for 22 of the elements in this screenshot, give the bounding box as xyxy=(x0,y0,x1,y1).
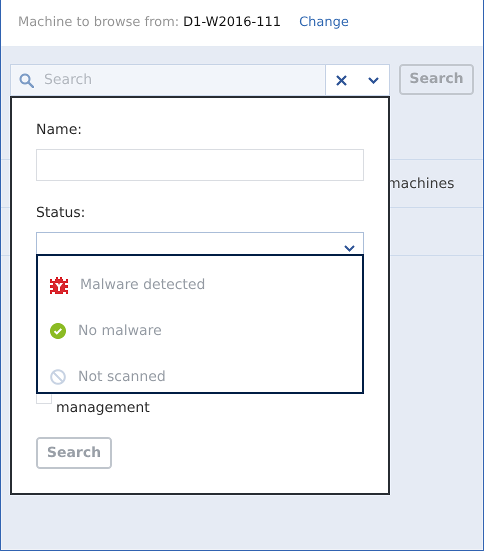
prohibited-icon xyxy=(50,369,66,385)
bug-icon xyxy=(50,276,68,294)
dropdown-option[interactable]: No malware xyxy=(78,320,162,342)
search-button[interactable]: Search xyxy=(36,437,112,469)
check-circle-icon xyxy=(50,323,66,339)
name-label: Name: xyxy=(36,121,84,140)
search-button[interactable]: Search xyxy=(399,64,474,95)
chevron-down-icon[interactable] xyxy=(344,245,355,252)
machine-label: Machine to browse from: xyxy=(18,14,180,32)
dropdown-option[interactable]: Malware detected xyxy=(80,274,206,296)
list-row-text: machines xyxy=(387,175,454,194)
search-input[interactable]: Search xyxy=(42,68,292,92)
status-label: Status: xyxy=(36,204,86,223)
name-field[interactable] xyxy=(36,149,364,181)
dropdown-option[interactable]: Not scanned xyxy=(78,366,166,388)
machine-name: D1-W2016-111 xyxy=(183,14,282,32)
change-link[interactable]: Change xyxy=(299,13,349,33)
close-icon[interactable] xyxy=(336,74,348,86)
search-field[interactable]: Search xyxy=(10,64,326,96)
search-icon xyxy=(19,72,34,88)
chevron-down-icon[interactable] xyxy=(368,76,379,84)
checkbox-label: management xyxy=(56,399,150,418)
